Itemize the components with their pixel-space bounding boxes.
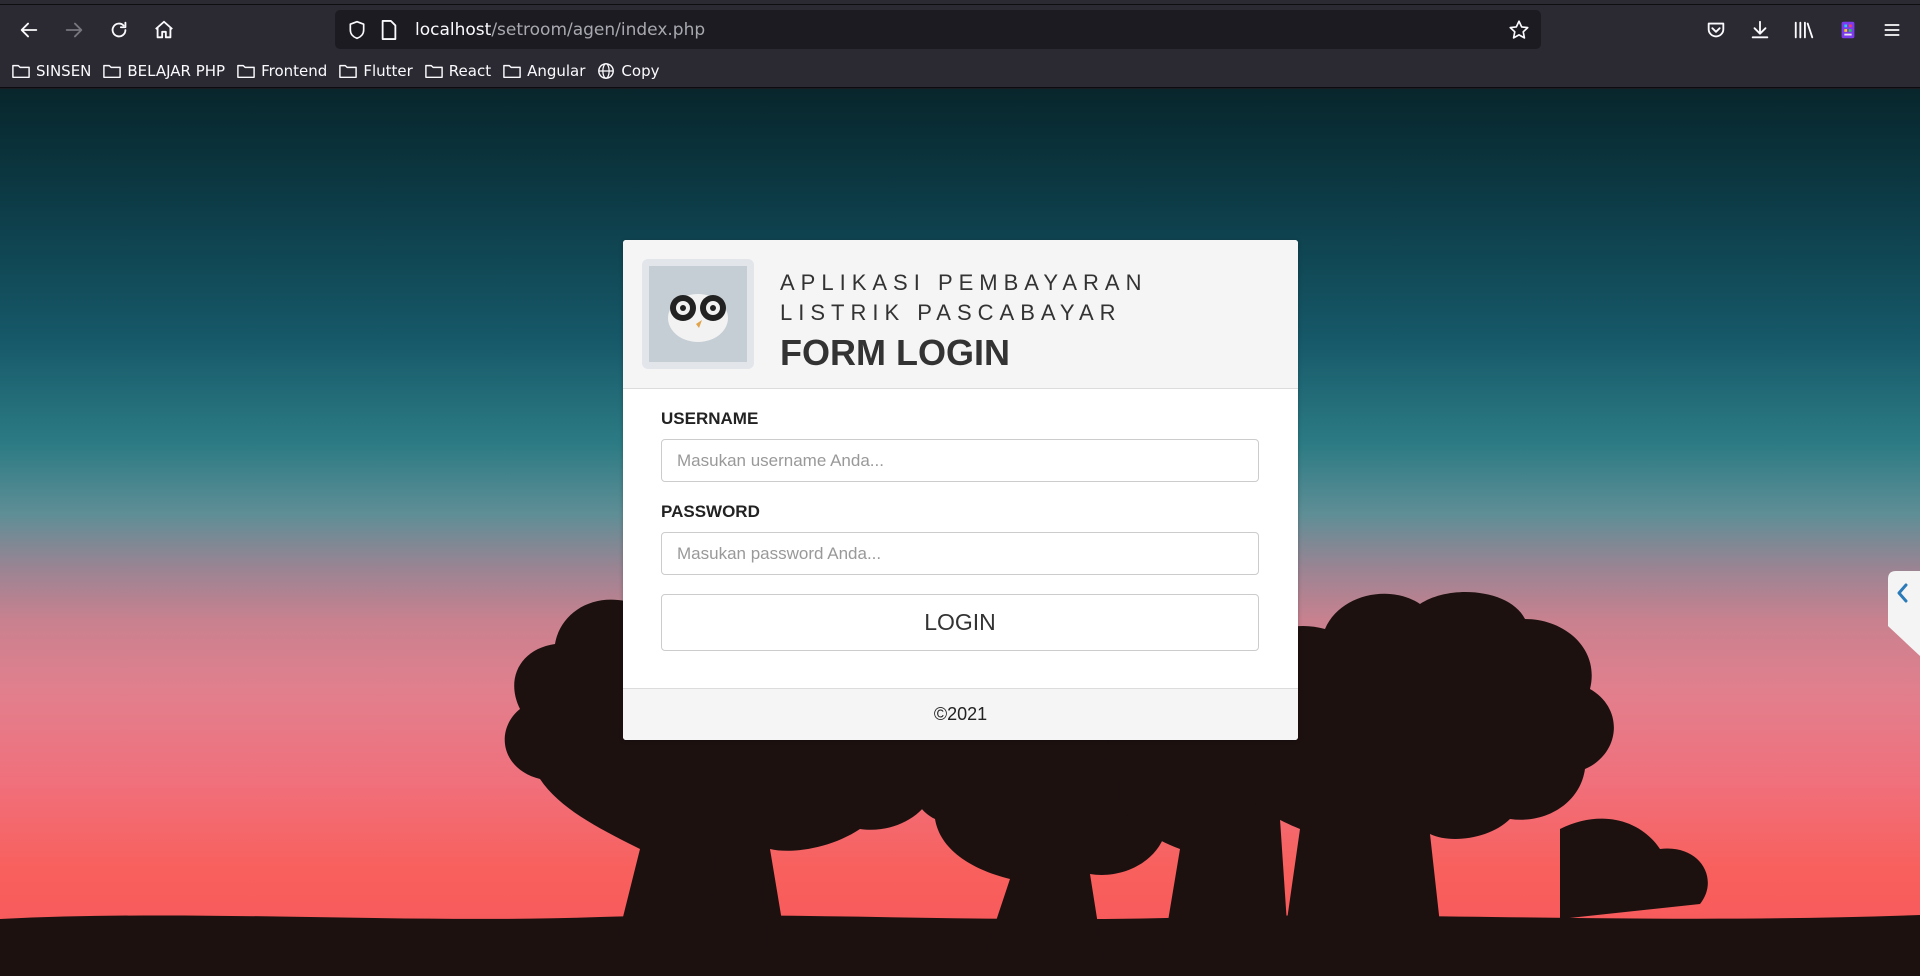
card-footer: ©2021 (623, 688, 1298, 740)
password-label: PASSWORD (661, 502, 760, 521)
address-bar[interactable]: localhost/setroom/agen/index.php (335, 10, 1541, 49)
card-header: APLIKASI PEMBAYARAN LISTRIK PASCABAYAR F… (623, 240, 1298, 389)
page-info-icon[interactable] (377, 18, 401, 42)
password-input[interactable] (661, 532, 1259, 575)
login-button[interactable]: LOGIN (661, 594, 1259, 651)
bookmark-label: Frontend (261, 61, 328, 80)
forward-button[interactable] (54, 10, 94, 50)
arrow-right-icon (65, 22, 83, 37)
home-button[interactable] (144, 10, 184, 50)
url-text[interactable]: localhost/setroom/agen/index.php (415, 20, 705, 40)
username-input[interactable] (661, 439, 1259, 482)
folder-icon (12, 64, 30, 78)
bookmark-label: React (448, 61, 492, 80)
password-group: PASSWORD (661, 502, 1260, 575)
bookmark-sinsen[interactable]: SINSEN (12, 62, 91, 80)
url-path: /setroom/agen/index.php (491, 19, 706, 40)
form-title: FORM LOGIN (780, 332, 1010, 373)
tracking-shield-icon[interactable] (343, 16, 371, 44)
bookmark-label: Flutter (363, 61, 413, 80)
owl-logo-icon (649, 266, 747, 362)
bookmark-label: BELAJAR PHP (127, 61, 226, 80)
globe-icon (598, 62, 615, 79)
bookmark-react[interactable]: React (424, 61, 492, 80)
username-label: USERNAME (661, 409, 759, 428)
bookmark-copy[interactable]: Copy (597, 62, 659, 80)
app-logo (642, 259, 754, 369)
login-form: USERNAME PASSWORD LOGIN (623, 389, 1298, 671)
app-title: APLIKASI PEMBAYARAN LISTRIK PASCABAYAR (780, 268, 1148, 328)
bookmark-angular[interactable]: Angular (503, 62, 585, 80)
bookmark-belajar-php[interactable]: BELAJAR PHP (103, 62, 225, 80)
page-background: APLIKASI PEMBAYARAN LISTRIK PASCABAYAR F… (0, 89, 1920, 976)
login-card: APLIKASI PEMBAYARAN LISTRIK PASCABAYAR F… (623, 240, 1298, 740)
back-button[interactable] (9, 10, 49, 50)
bookmark-label: Angular (527, 61, 586, 80)
menu-icon[interactable] (1872, 10, 1912, 49)
bookmark-star-icon[interactable] (1505, 16, 1533, 44)
folder-icon (424, 64, 443, 78)
browser-toolbar: localhost/setroom/agen/index.php (0, 5, 1920, 54)
reload-icon (111, 21, 127, 37)
username-group: USERNAME (661, 409, 1260, 482)
bookmark-frontend[interactable]: Frontend (237, 62, 327, 80)
folder-icon (339, 64, 358, 78)
arrow-left-icon (20, 22, 38, 37)
bookmark-flutter[interactable]: Flutter (339, 61, 413, 80)
bookmarks-toolbar: SINSEN BELAJAR PHP Frontend Flutter Reac… (0, 54, 1920, 88)
home-icon (155, 20, 173, 38)
reload-button[interactable] (99, 10, 139, 50)
extension-icon[interactable] (1828, 10, 1868, 49)
folder-icon (237, 64, 255, 78)
app-title-line2: LISTRIK PASCABAYAR (780, 300, 1122, 325)
folder-icon (503, 64, 521, 78)
pocket-icon[interactable] (1696, 10, 1736, 49)
url-host: localhost (415, 19, 492, 40)
app-title-line1: APLIKASI PEMBAYARAN (780, 270, 1148, 295)
folder-icon (103, 64, 122, 78)
bookmark-label: SINSEN (36, 61, 92, 80)
library-icon[interactable] (1784, 10, 1824, 49)
downloads-icon[interactable] (1740, 10, 1780, 49)
side-panel-toggle[interactable] (1888, 571, 1920, 656)
bookmark-label: Copy (621, 61, 660, 80)
